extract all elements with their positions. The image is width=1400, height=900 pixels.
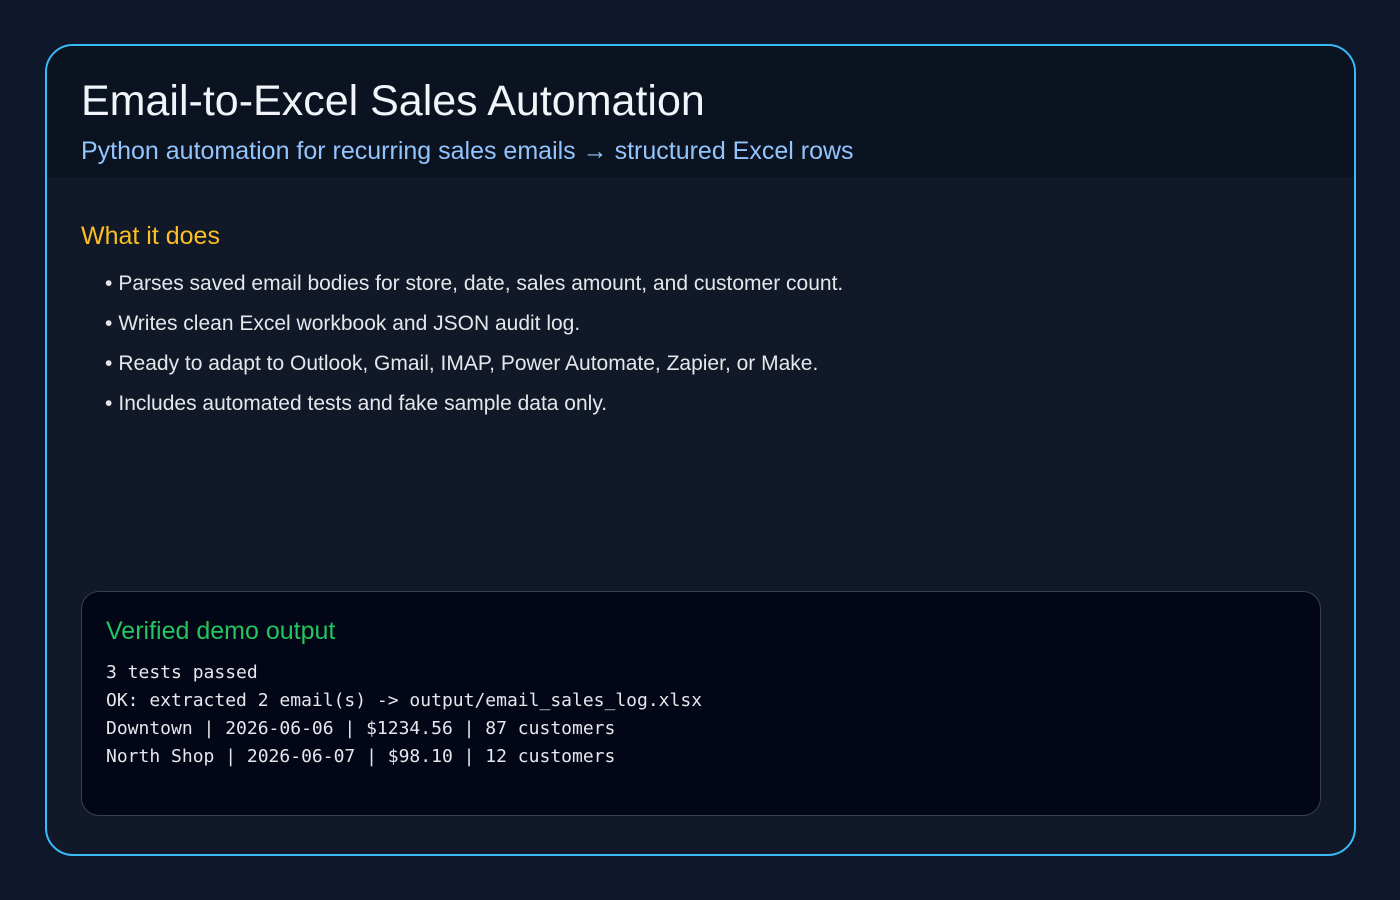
feature-item-text: Parses saved email bodies for store, dat… bbox=[118, 272, 844, 295]
demo-output-panel: Verified demo output 3 tests passed OK: … bbox=[81, 591, 1321, 816]
feature-item: • Writes clean Excel workbook and JSON au… bbox=[105, 308, 843, 348]
bullet-icon: • bbox=[105, 272, 113, 295]
bullet-icon: • bbox=[105, 392, 113, 415]
feature-item-text: Ready to adapt to Outlook, Gmail, IMAP, … bbox=[118, 352, 819, 375]
feature-item: • Parses saved email bodies for store, da… bbox=[105, 268, 843, 308]
output-console: 3 tests passed OK: extracted 2 email(s) … bbox=[106, 659, 702, 771]
output-line: North Shop | 2026-06-07 | $98.10 | 12 cu… bbox=[106, 746, 616, 767]
output-line: 3 tests passed bbox=[106, 662, 258, 683]
output-line: Downtown | 2026-06-06 | $1234.56 | 87 cu… bbox=[106, 718, 616, 739]
card-header: Email-to-Excel Sales Automation Python a… bbox=[47, 46, 1354, 177]
bullet-icon: • bbox=[105, 352, 113, 375]
page-subtitle: Python automation for recurring sales em… bbox=[81, 137, 854, 165]
feature-item-text: Includes automated tests and fake sample… bbox=[118, 392, 608, 415]
output-line: OK: extracted 2 email(s) -> output/email… bbox=[106, 690, 703, 711]
page-title: Email-to-Excel Sales Automation bbox=[81, 77, 705, 125]
feature-item: • Ready to adapt to Outlook, Gmail, IMAP,… bbox=[105, 348, 843, 388]
bullet-icon: • bbox=[105, 312, 113, 335]
output-heading: Verified demo output bbox=[106, 617, 336, 645]
project-card: Email-to-Excel Sales Automation Python a… bbox=[45, 44, 1356, 856]
feature-item-text: Writes clean Excel workbook and JSON aud… bbox=[118, 312, 581, 335]
feature-item: • Includes automated tests and fake sampl… bbox=[105, 388, 843, 428]
feature-list: • Parses saved email bodies for store, da… bbox=[105, 268, 843, 428]
features-heading: What it does bbox=[81, 222, 220, 250]
